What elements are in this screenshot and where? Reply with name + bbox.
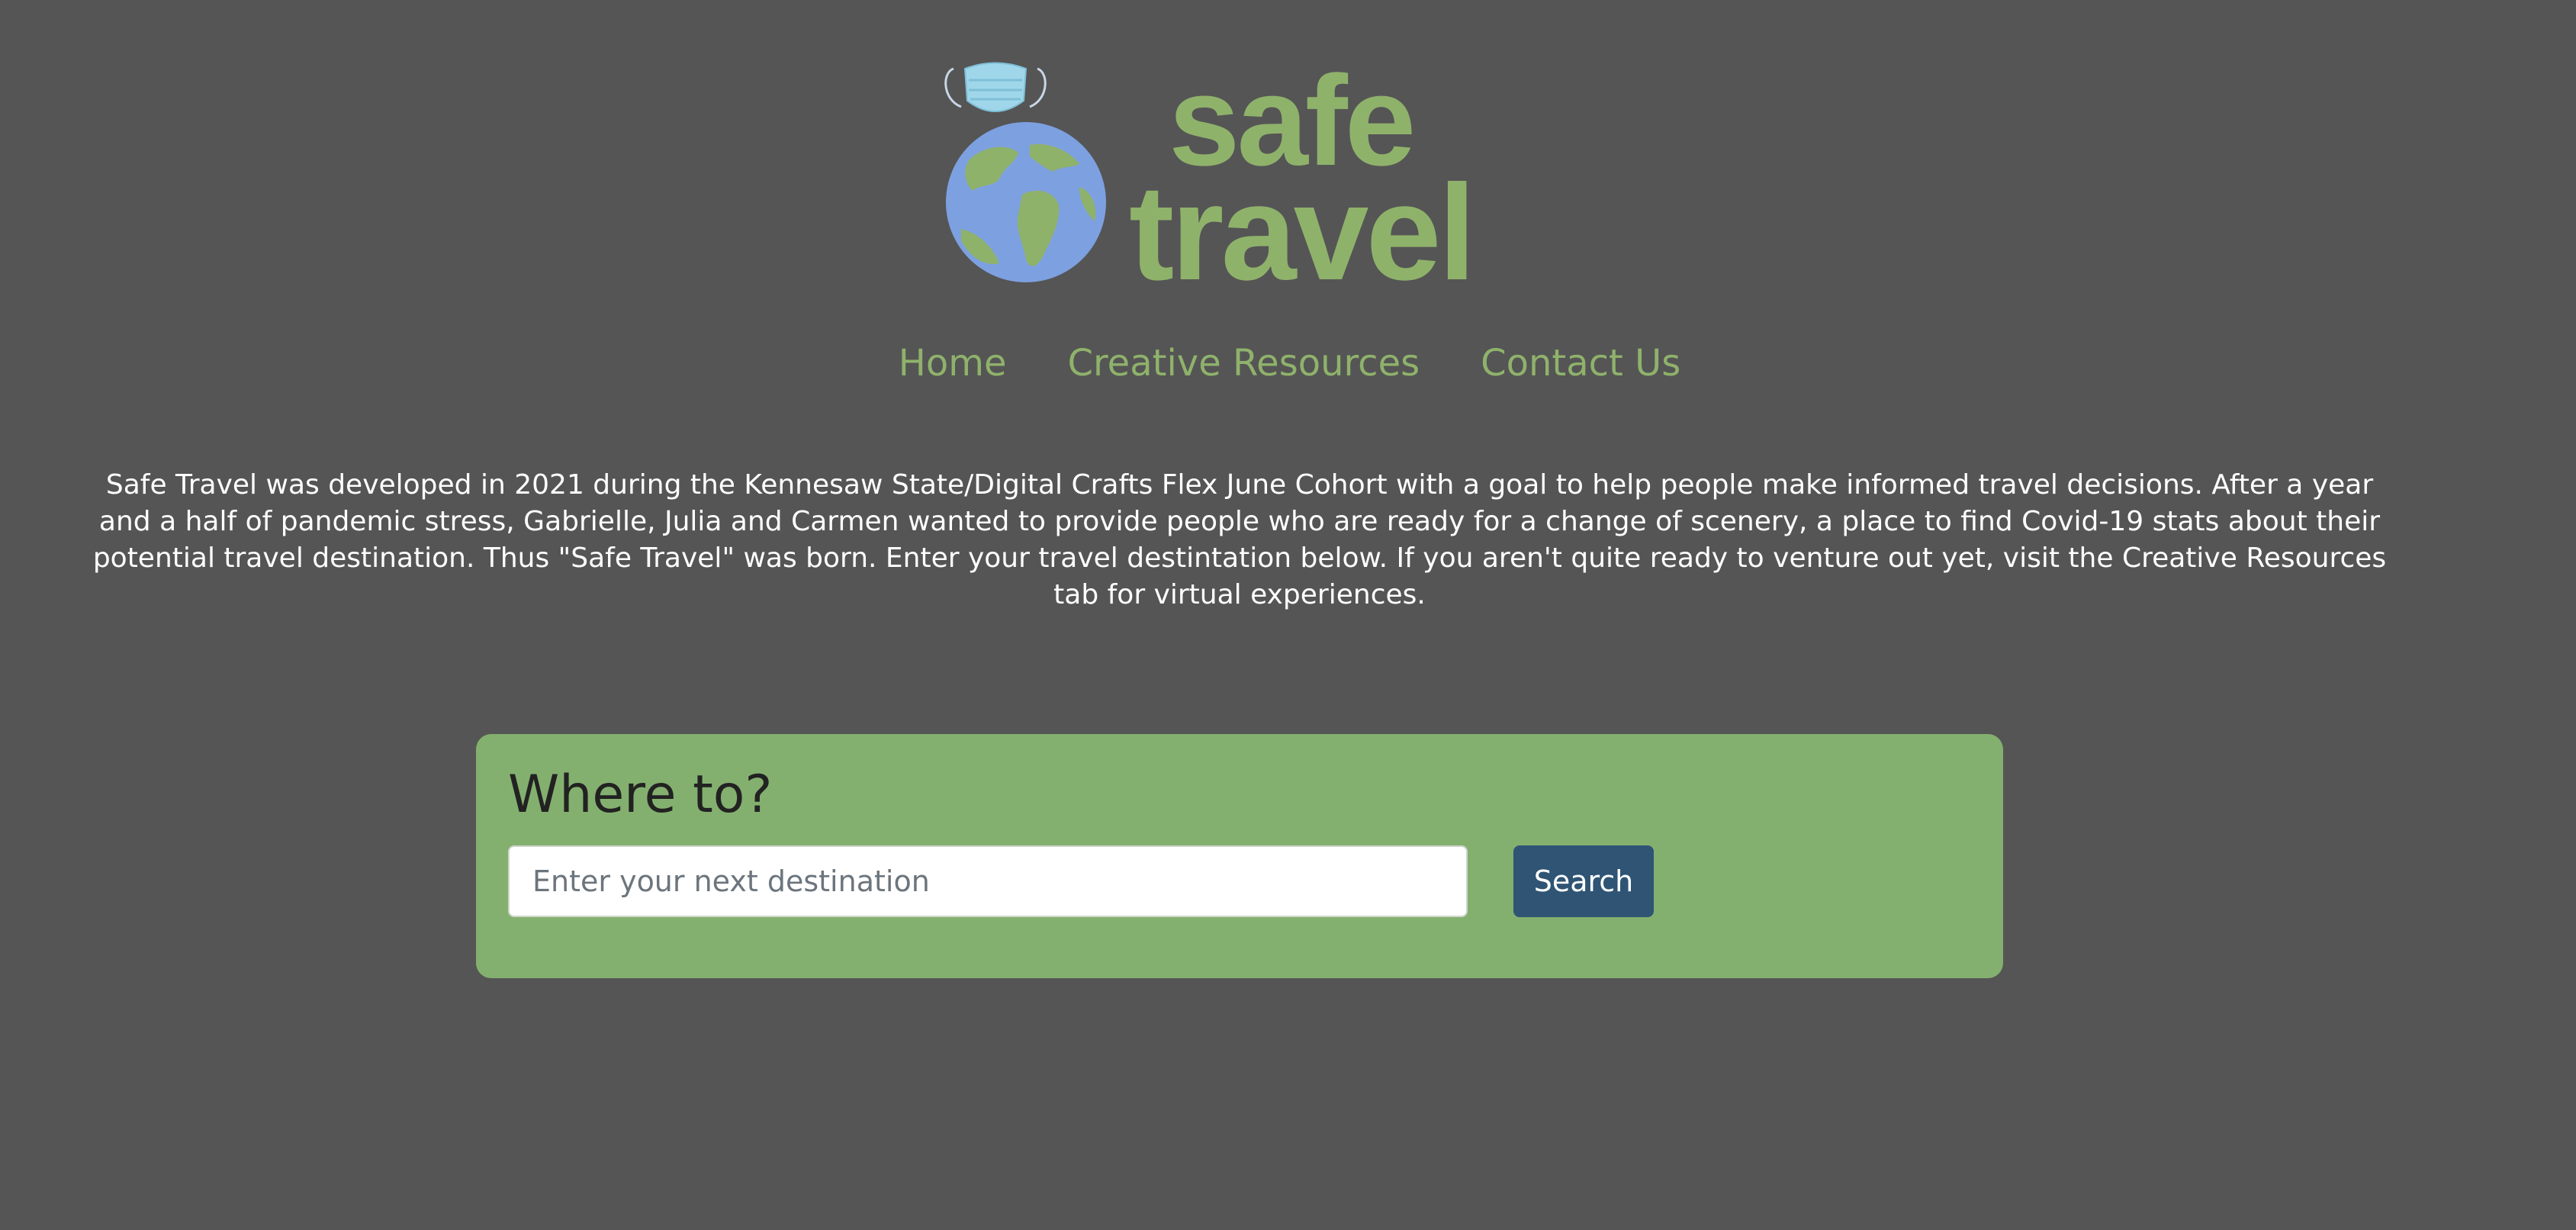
search-heading: Where to? bbox=[508, 765, 773, 825]
main-nav: Home Creative Resources Contact Us bbox=[0, 342, 2576, 385]
search-button[interactable]: Search bbox=[1513, 845, 1654, 917]
intro-paragraph: Safe Travel was developed in 2021 during… bbox=[92, 469, 2387, 610]
site-logo[interactable]: safe travel bbox=[938, 53, 1476, 301]
face-mask-icon bbox=[944, 62, 1047, 112]
nav-link-contact-us[interactable]: Contact Us bbox=[1481, 342, 1680, 385]
search-card: Where to? Search bbox=[476, 734, 2003, 978]
nav-link-creative-resources[interactable]: Creative Resources bbox=[1067, 342, 1420, 385]
earth-globe-icon bbox=[946, 122, 1106, 282]
destination-search-input[interactable] bbox=[508, 845, 1468, 917]
nav-link-home[interactable]: Home bbox=[899, 342, 1007, 385]
page: safe travel Home Creative Resources Cont… bbox=[0, 0, 2576, 1230]
logo-word-travel: travel bbox=[1129, 156, 1476, 308]
